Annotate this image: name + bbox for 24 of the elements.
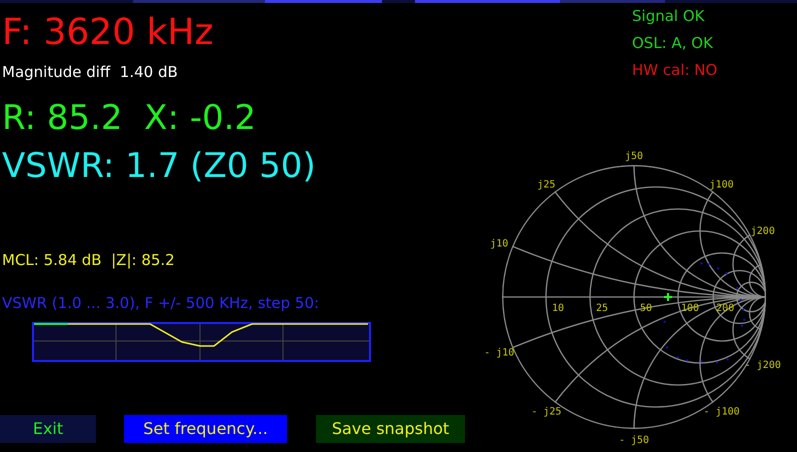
reactance-label: j200 xyxy=(750,226,775,238)
reactance-label: j10 xyxy=(490,238,508,250)
save-snapshot-button[interactable]: Save snapshot xyxy=(316,415,465,443)
reactance-label: - j10 xyxy=(484,348,514,359)
status-text: Signal OK xyxy=(632,7,706,25)
reactance-label: j25 xyxy=(537,179,556,190)
frequency-readout: F: 3620 kHz xyxy=(2,13,214,53)
reactance-label: j100 xyxy=(710,179,734,190)
status-text: OSL: A, OK xyxy=(632,34,714,52)
set-frequency-button[interactable]: Set frequency... xyxy=(124,415,287,443)
exit-button[interactable]: Exit xyxy=(0,415,96,443)
reactance-label: - j200 xyxy=(744,360,781,371)
status-text: HW cal: NO xyxy=(632,61,718,79)
reactance-label: - j25 xyxy=(531,406,562,418)
mcl-text: MCL: 5.84 dB |Z|: 85.2 xyxy=(2,251,176,269)
reactance-label: j50 xyxy=(624,151,644,162)
impedance-readout: R: 85.2 X: -0.2 xyxy=(2,98,258,138)
resistance-label: 10 xyxy=(552,303,564,314)
resistance-label: 25 xyxy=(596,303,608,314)
sweep-caption: VSWR (1.0 ... 3.0), F +/- 500 KHz, step 50: xyxy=(2,294,320,312)
reactance-label: - j100 xyxy=(704,406,740,418)
reactance-label: - j50 xyxy=(618,435,650,446)
vswr-readout: VSWR: 1.7 (Z0 50) xyxy=(2,146,317,186)
magnitude-diff-text: Magnitude diff 1.40 dB xyxy=(2,63,179,81)
